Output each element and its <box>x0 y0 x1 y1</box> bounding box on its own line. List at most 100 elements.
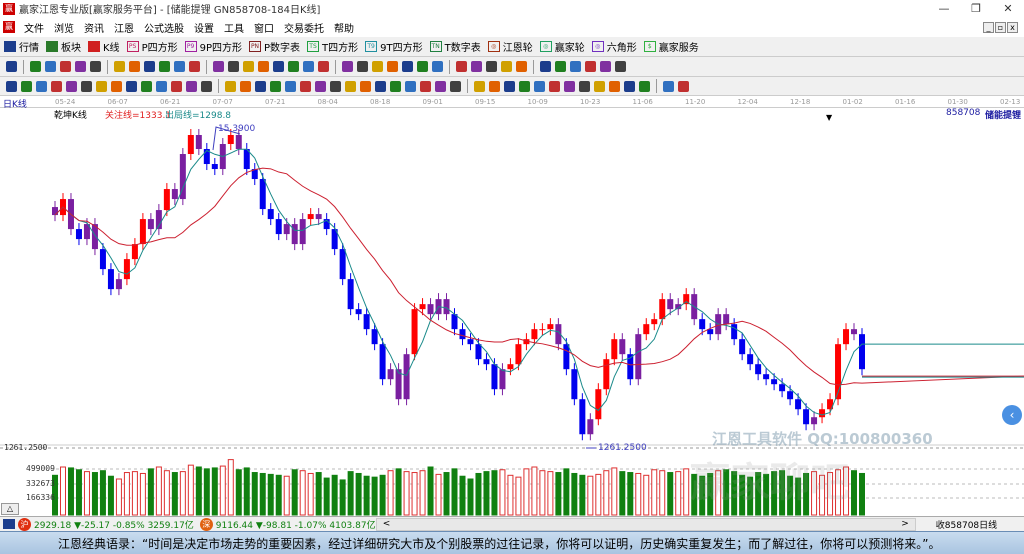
tool-icon[interactable] <box>300 80 311 92</box>
menu-window[interactable]: 窗口 <box>249 20 279 35</box>
tool-icon[interactable] <box>240 80 251 92</box>
tool-icon[interactable] <box>255 80 266 92</box>
menu-gann[interactable]: 江恩 <box>109 20 139 35</box>
tool-icon[interactable] <box>126 80 137 92</box>
tool-icon[interactable] <box>6 61 17 72</box>
dropdown-arrow-icon[interactable]: ▼ <box>826 113 832 122</box>
tool-icon[interactable] <box>111 80 122 92</box>
tool-icon[interactable] <box>6 80 17 92</box>
tool-icon[interactable] <box>75 61 86 72</box>
tool-icon[interactable] <box>90 61 101 72</box>
tool-icon[interactable] <box>66 80 77 92</box>
volume-toggle-button[interactable]: △ <box>1 503 19 515</box>
tool-icon[interactable] <box>501 61 512 72</box>
tool-icon[interactable] <box>36 80 47 92</box>
tool-icon[interactable] <box>156 80 167 92</box>
tool-icon[interactable] <box>624 80 635 92</box>
tool-icon[interactable] <box>60 61 71 72</box>
tool-icon[interactable] <box>288 61 299 72</box>
tool-icon[interactable] <box>315 80 326 92</box>
toolbar-blocks-button[interactable]: 板块 <box>46 39 81 54</box>
tool-icon[interactable] <box>114 61 125 72</box>
tool-icon[interactable] <box>432 61 443 72</box>
tool-icon[interactable] <box>270 80 281 92</box>
maximize-button[interactable]: ❐ <box>960 0 992 17</box>
close-button[interactable]: ✕ <box>992 0 1024 17</box>
mdi-minimize-button[interactable]: _ <box>983 22 994 33</box>
tool-icon[interactable] <box>600 61 611 72</box>
tool-icon[interactable] <box>144 61 155 72</box>
toolbar-ts-button[interactable]: TS T四方形 <box>307 39 358 54</box>
tool-icon[interactable] <box>663 80 674 92</box>
toolbar-hexagon-button[interactable]: ◎ 六角形 <box>591 39 637 54</box>
tool-icon[interactable] <box>129 61 140 72</box>
tool-icon[interactable] <box>171 80 182 92</box>
tool-icon[interactable] <box>342 61 353 72</box>
tool-icon[interactable] <box>174 61 185 72</box>
tool-icon[interactable] <box>225 80 236 92</box>
toolbar-tn-button[interactable]: TN T数字表 <box>429 39 481 54</box>
scroll-right-button[interactable]: > <box>901 519 909 530</box>
tool-icon[interactable] <box>555 61 566 72</box>
tool-icon[interactable] <box>639 80 650 92</box>
menu-help[interactable]: 帮助 <box>329 20 359 35</box>
menu-formula[interactable]: 公式选股 <box>139 20 189 35</box>
tool-icon[interactable] <box>141 80 152 92</box>
tool-icon[interactable] <box>228 61 239 72</box>
tool-icon[interactable] <box>51 80 62 92</box>
tool-icon[interactable] <box>450 80 461 92</box>
minimize-button[interactable]: — <box>928 0 960 17</box>
tool-icon[interactable] <box>81 80 92 92</box>
horizontal-scrollbar[interactable]: < > <box>375 517 916 531</box>
tool-icon[interactable] <box>243 61 254 72</box>
tool-icon[interactable] <box>570 61 581 72</box>
tool-icon[interactable] <box>474 80 485 92</box>
tool-icon[interactable] <box>318 61 329 72</box>
scroll-left-button[interactable]: < <box>383 519 391 530</box>
tool-icon[interactable] <box>594 80 605 92</box>
tool-icon[interactable] <box>213 61 224 72</box>
kline-chart[interactable] <box>0 96 1024 516</box>
tool-icon[interactable] <box>402 61 413 72</box>
tool-icon[interactable] <box>45 61 56 72</box>
toolbar-kline-button[interactable]: K线 <box>88 39 120 54</box>
tool-icon[interactable] <box>519 80 530 92</box>
tool-icon[interactable] <box>201 80 212 92</box>
tool-icon[interactable] <box>534 80 545 92</box>
tool-icon[interactable] <box>420 80 431 92</box>
toolbar-dollar-button[interactable]: $ 赢家服务 <box>643 39 699 54</box>
menu-news[interactable]: 资讯 <box>79 20 109 35</box>
side-expand-button[interactable]: ‹ <box>1002 405 1022 425</box>
toolbar-p9-button[interactable]: P9 9P四方形 <box>184 39 242 54</box>
tool-icon[interactable] <box>456 61 467 72</box>
tool-icon[interactable] <box>330 80 341 92</box>
tool-icon[interactable] <box>186 80 197 92</box>
tool-icon[interactable] <box>387 61 398 72</box>
menu-settings[interactable]: 设置 <box>189 20 219 35</box>
menu-browse[interactable]: 浏览 <box>49 20 79 35</box>
tool-icon[interactable] <box>273 61 284 72</box>
tool-icon[interactable] <box>96 80 107 92</box>
tool-icon[interactable] <box>159 61 170 72</box>
tool-icon[interactable] <box>285 80 296 92</box>
tool-icon[interactable] <box>345 80 356 92</box>
tool-icon[interactable] <box>30 61 41 72</box>
toolbar-t9-button[interactable]: T9 9T四方形 <box>365 39 423 54</box>
tool-icon[interactable] <box>372 61 383 72</box>
toolbar-winner-wheel-button[interactable]: ◎ 赢家轮 <box>539 39 585 54</box>
toolbar-ps-button[interactable]: PS P四方形 <box>126 39 178 54</box>
tool-icon[interactable] <box>609 80 620 92</box>
menu-file[interactable]: 文件 <box>19 20 49 35</box>
tool-icon[interactable] <box>471 61 482 72</box>
menu-trade[interactable]: 交易委托 <box>279 20 329 35</box>
tool-icon[interactable] <box>678 80 689 92</box>
table-icon[interactable] <box>3 519 15 529</box>
tool-icon[interactable] <box>585 61 596 72</box>
tool-icon[interactable] <box>579 80 590 92</box>
tool-icon[interactable] <box>516 61 527 72</box>
tool-icon[interactable] <box>435 80 446 92</box>
tool-icon[interactable] <box>615 61 626 72</box>
tool-icon[interactable] <box>549 80 560 92</box>
tool-icon[interactable] <box>360 80 371 92</box>
tool-icon[interactable] <box>486 61 497 72</box>
